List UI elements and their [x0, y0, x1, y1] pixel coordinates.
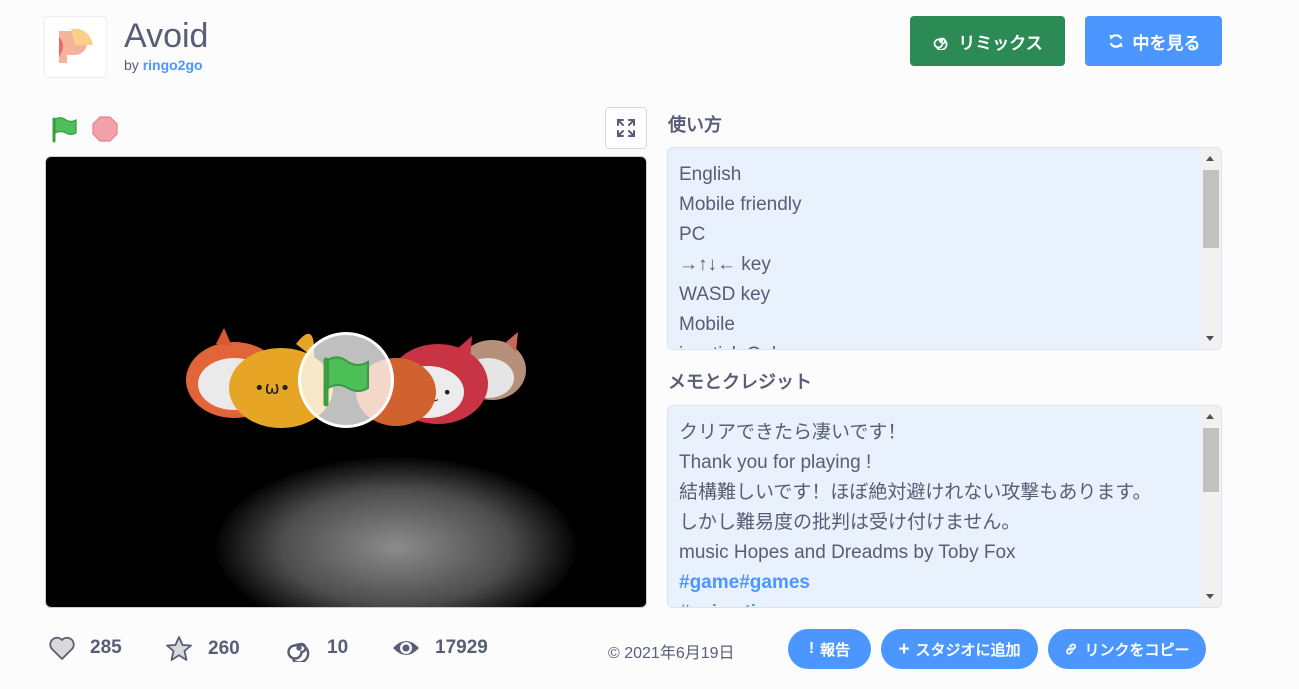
instructions-panel[interactable]: English Mobile friendly PC →↑↓← key WASD…	[667, 147, 1222, 350]
green-flag-button[interactable]	[50, 114, 80, 144]
instructions-line: joystick Only	[679, 340, 1191, 349]
green-flag-icon	[52, 117, 77, 143]
notes-line: しかし難易度の批判は受け付けません。	[679, 512, 1021, 533]
instructions-title: 使い方	[668, 115, 722, 135]
instructions-text: English Mobile friendly PC →↑↓← key WASD…	[679, 160, 1191, 349]
instructions-line: Mobile	[679, 314, 735, 335]
add-to-studio-label: スタジオに追加	[915, 641, 1021, 659]
stop-button[interactable]	[91, 115, 119, 143]
remix-label: リミックス	[958, 33, 1043, 53]
views-count: 17929	[435, 637, 488, 658]
report-button[interactable]: ! 報告	[788, 629, 871, 669]
add-to-studio-button[interactable]: + スタジオに追加	[881, 629, 1038, 669]
heart-icon	[49, 636, 75, 660]
instructions-scrollbar[interactable]	[1201, 148, 1221, 349]
plus-icon: +	[898, 638, 910, 660]
notes-line: Thank you for playing !	[679, 452, 872, 473]
stop-icon	[92, 116, 118, 142]
remix-icon	[933, 37, 948, 50]
favorite-count: 260	[208, 638, 240, 659]
scroll-down-icon[interactable]	[1206, 594, 1214, 599]
project-byline: by ringo2go	[124, 57, 203, 73]
project-title: Avoid	[124, 17, 209, 55]
favorite-stat[interactable]: 260	[164, 634, 240, 664]
love-count: 285	[90, 637, 122, 658]
see-inside-icon	[1108, 34, 1123, 48]
report-label: 報告	[820, 641, 851, 659]
notes-tag-link[interactable]: #animations	[679, 598, 1191, 607]
remix-count: 10	[327, 637, 349, 658]
notes-line: 結構難しいです！ほぼ絶対避けれない攻撃もあります。	[679, 482, 1152, 503]
love-stat[interactable]: 285	[48, 634, 122, 662]
instructions-line: WASD key	[679, 284, 771, 305]
notes-line: クリアできたら凄いです！	[679, 422, 907, 443]
remix-icon	[287, 642, 310, 662]
notes-line: music Hopes and Dreadms by Toby Fox	[679, 542, 1016, 563]
copy-link-button[interactable]: リンクをコピー	[1048, 629, 1206, 669]
start-overlay-button[interactable]	[298, 332, 394, 428]
author-link[interactable]: ringo2go	[143, 57, 203, 73]
eye-icon	[393, 641, 419, 655]
fullscreen-icon	[617, 119, 635, 137]
scroll-thumb[interactable]	[1203, 428, 1219, 492]
scroll-up-icon[interactable]	[1206, 156, 1214, 161]
notes-text: クリアできたら凄いです！ Thank you for playing ! 結構難…	[679, 418, 1191, 607]
stage-glow	[216, 457, 576, 607]
project-stage[interactable]: •ω• • ‿ •	[45, 156, 647, 608]
instructions-line: Mobile friendly	[679, 194, 802, 215]
notes-tag-link[interactable]: #game#games	[679, 568, 1191, 598]
views-stat: 17929	[391, 634, 488, 662]
scroll-thumb[interactable]	[1203, 170, 1219, 248]
notes-title: メモとクレジット	[668, 372, 812, 392]
fullscreen-button[interactable]	[605, 107, 647, 149]
instructions-line: →↑↓← key	[679, 254, 771, 275]
green-flag-icon	[323, 356, 369, 407]
instructions-line: PC	[679, 224, 706, 245]
instructions-line: English	[679, 164, 742, 185]
notes-scrollbar[interactable]	[1201, 406, 1221, 607]
svg-text:•ω•: •ω•	[254, 378, 290, 399]
project-thumbnail	[44, 16, 107, 78]
scroll-down-icon[interactable]	[1206, 336, 1214, 341]
by-prefix: by	[124, 57, 139, 73]
scroll-up-icon[interactable]	[1206, 414, 1214, 419]
star-icon	[166, 636, 192, 661]
remix-button[interactable]: リミックス	[910, 16, 1065, 66]
share-date: © 2021年6月19日	[608, 645, 735, 662]
link-icon	[1066, 643, 1077, 655]
exclamation-icon: !	[808, 640, 815, 657]
notes-panel[interactable]: クリアできたら凄いです！ Thank you for playing ! 結構難…	[667, 405, 1222, 608]
see-inside-label: 中を見る	[1132, 33, 1201, 53]
remix-stat: 10	[285, 634, 348, 662]
see-inside-button[interactable]: 中を見る	[1085, 16, 1222, 66]
copy-link-label: リンクをコピー	[1084, 641, 1190, 659]
